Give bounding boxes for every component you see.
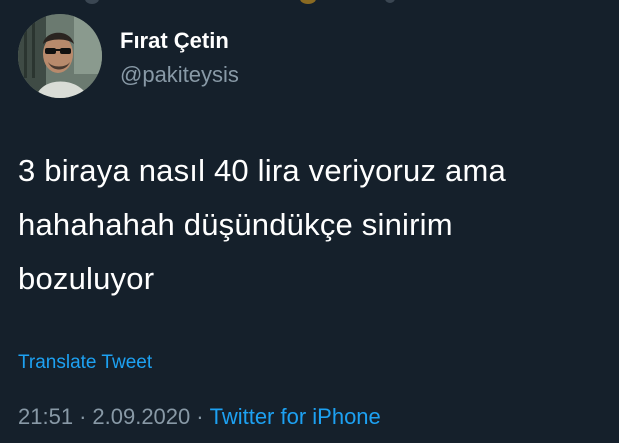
tweet-text-line: hahahahah düşündükçe sinirim [18,207,453,242]
cropped-top-edge [0,0,619,6]
tweet-text-line: bozuluyor [18,261,155,296]
display-name[interactable]: Fırat Çetin [120,28,229,54]
tweet-text: 3 biraya nasıl 40 lira veriyoruz ama hah… [18,144,608,306]
tweet-text-line: 3 biraya nasıl 40 lira veriyoruz ama [18,153,506,188]
tweet-meta: 21:51 · 2.09.2020 · Twitter for iPhone [18,404,381,430]
meta-separator: · [79,404,87,429]
tweet-date: 2.09.2020 [92,404,191,429]
meta-separator: · [196,404,204,429]
tweet-card: Fırat Çetin @pakiteysis 3 biraya nasıl 4… [0,0,619,443]
avatar[interactable] [18,14,102,98]
tweet-source-link[interactable]: Twitter for iPhone [210,404,381,429]
user-handle[interactable]: @pakiteysis [120,62,239,88]
tweet-time: 21:51 [18,404,74,429]
translate-tweet-link[interactable]: Translate Tweet [18,352,152,374]
